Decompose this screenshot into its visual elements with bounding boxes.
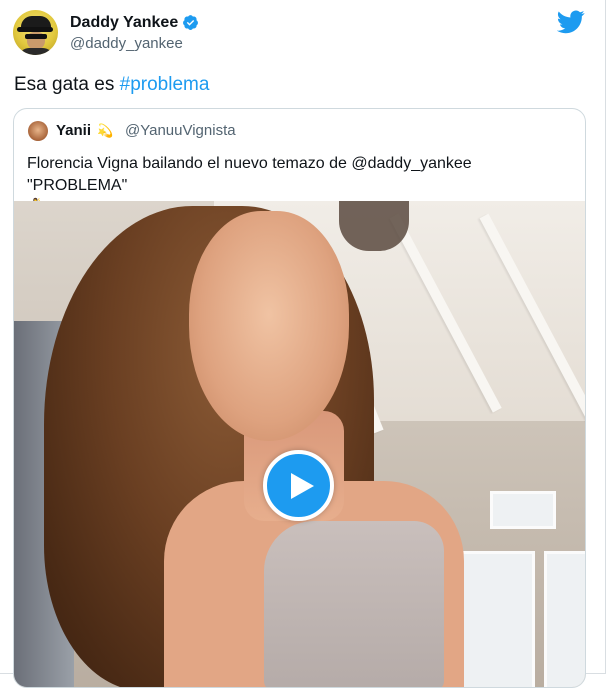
dizzy-star-icon: 💫 [97, 123, 114, 138]
quoted-author-handle[interactable]: @YanuuVignista [125, 122, 236, 140]
quoted-author-avatar[interactable] [28, 121, 48, 141]
author-avatar[interactable] [13, 10, 58, 55]
play-icon [291, 473, 314, 499]
quoted-tweet[interactable]: Yanii 💫 @YanuuVignista Florencia Vigna b… [13, 108, 586, 688]
tweet-text-prefix: Esa gata es [14, 74, 120, 95]
quoted-text-problema: "PROBLEMA" [27, 177, 128, 194]
author-handle[interactable]: @daddy_yankee [70, 35, 183, 53]
ceiling-fan [339, 201, 409, 251]
verified-badge-icon [183, 15, 198, 30]
video-thumbnail[interactable] [14, 201, 585, 687]
quoted-author-name[interactable]: Yanii [56, 122, 91, 140]
twitter-bird-icon[interactable] [557, 10, 585, 34]
hashtag-link[interactable]: #problema [120, 74, 210, 95]
tweet-card: Daddy Yankee @daddy_yankee Esa gata es #… [0, 0, 606, 688]
author-name[interactable]: Daddy Yankee [70, 13, 178, 33]
quoted-text-line1: Florencia Vigna bailando el nuevo temazo… [27, 155, 472, 172]
play-button[interactable] [263, 450, 334, 521]
tweet-text: Esa gata es #problema [14, 73, 209, 97]
